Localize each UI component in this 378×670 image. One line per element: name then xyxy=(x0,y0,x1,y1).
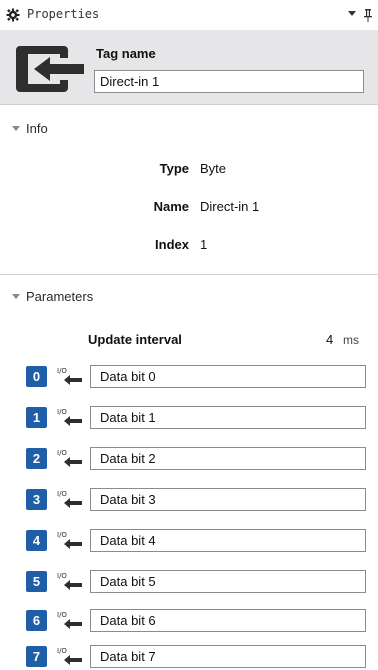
io-input-arrow-icon: I/O xyxy=(57,531,82,549)
data-bit-row: 2 I/O Data bit 2 xyxy=(0,446,378,472)
bit-index-badge: 1 xyxy=(26,407,47,428)
update-interval-value[interactable]: 4 xyxy=(326,332,333,347)
data-bit-row: 7 I/O Data bit 7 xyxy=(0,644,378,670)
data-bit-field[interactable]: Data bit 4 xyxy=(90,529,366,552)
update-interval-unit: ms xyxy=(343,333,359,347)
io-input-arrow-icon: I/O xyxy=(57,611,82,629)
pin-icon[interactable] xyxy=(363,8,373,22)
io-input-arrow-icon: I/O xyxy=(57,449,82,467)
update-interval-label: Update interval xyxy=(88,332,182,347)
io-input-arrow-icon: I/O xyxy=(57,367,82,385)
data-bit-field[interactable]: Data bit 5 xyxy=(90,570,366,593)
info-row-index: Index 1 xyxy=(0,235,378,255)
section-divider xyxy=(0,274,378,275)
bit-index-badge: 0 xyxy=(26,366,47,387)
tag-header: Tag name Direct-in 1 xyxy=(0,30,378,105)
info-section-header[interactable]: Info xyxy=(0,118,378,140)
data-bit-field[interactable]: Data bit 2 xyxy=(90,447,366,470)
data-bit-row: 6 I/O Data bit 6 xyxy=(0,608,378,634)
svg-text:I/O: I/O xyxy=(57,408,67,416)
data-bit-field[interactable]: Data bit 7 xyxy=(90,645,366,668)
collapse-triangle-icon[interactable] xyxy=(12,294,20,299)
bit-index-badge: 7 xyxy=(26,646,47,667)
data-bit-field[interactable]: Data bit 3 xyxy=(90,488,366,511)
info-key: Type xyxy=(159,161,189,176)
collapse-triangle-icon[interactable] xyxy=(12,126,20,131)
io-input-arrow-icon: I/O xyxy=(57,647,82,665)
bit-index-badge: 5 xyxy=(26,571,47,592)
tag-name-label: Tag name xyxy=(96,46,156,61)
info-row-type: Type Byte xyxy=(0,159,378,179)
info-row-name: Name Direct-in 1 xyxy=(0,197,378,217)
svg-text:I/O: I/O xyxy=(57,611,67,619)
svg-text:I/O: I/O xyxy=(57,531,67,539)
gear-icon xyxy=(6,8,20,22)
bit-index-badge: 2 xyxy=(26,448,47,469)
svg-text:I/O: I/O xyxy=(57,647,67,655)
data-bit-row: 5 I/O Data bit 5 xyxy=(0,569,378,595)
io-input-arrow-icon: I/O xyxy=(57,490,82,508)
svg-text:I/O: I/O xyxy=(57,449,67,457)
data-bit-row: 1 I/O Data bit 1 xyxy=(0,405,378,431)
io-input-arrow-icon: I/O xyxy=(57,408,82,426)
bit-index-badge: 4 xyxy=(26,530,47,551)
svg-text:I/O: I/O xyxy=(57,490,67,498)
data-bit-field[interactable]: Data bit 1 xyxy=(90,406,366,429)
panel-title: Properties xyxy=(27,7,100,21)
tag-name-input[interactable]: Direct-in 1 xyxy=(94,70,364,93)
data-bit-row: 0 I/O Data bit 0 xyxy=(0,364,378,390)
svg-text:I/O: I/O xyxy=(57,572,67,580)
direct-input-icon xyxy=(16,46,84,92)
info-section-label: Info xyxy=(26,121,48,136)
data-bit-row: 3 I/O Data bit 3 xyxy=(0,487,378,513)
io-input-arrow-icon: I/O xyxy=(57,572,82,590)
info-key: Index xyxy=(155,237,189,252)
data-bit-row: 4 I/O Data bit 4 xyxy=(0,528,378,554)
svg-text:I/O: I/O xyxy=(57,367,67,375)
dropdown-icon[interactable] xyxy=(348,11,356,16)
panel-titlebar: Properties xyxy=(0,0,378,30)
data-bit-field[interactable]: Data bit 6 xyxy=(90,609,366,632)
parameters-section-header[interactable]: Parameters xyxy=(0,286,378,308)
info-value: 1 xyxy=(200,237,208,252)
bit-index-badge: 3 xyxy=(26,489,47,510)
parameters-section-label: Parameters xyxy=(26,289,94,304)
bit-index-badge: 6 xyxy=(26,610,47,631)
update-interval-row: Update interval 4 ms xyxy=(0,330,378,350)
info-key: Name xyxy=(153,199,189,214)
data-bit-field[interactable]: Data bit 0 xyxy=(90,365,366,388)
info-value: Direct-in 1 xyxy=(200,199,260,214)
info-value: Byte xyxy=(200,161,227,176)
